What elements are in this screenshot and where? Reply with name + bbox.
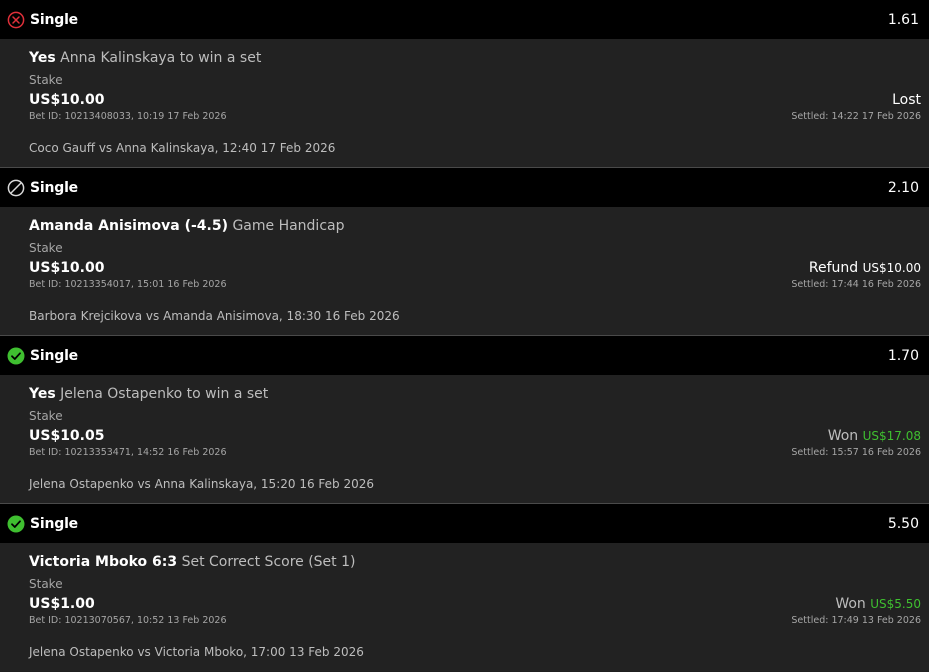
bet-id-meta: Bet ID: 10213353471, 14:52 16 Feb 2026 <box>29 447 227 458</box>
won-check-circle-icon <box>7 515 25 533</box>
void-slash-circle-icon <box>7 179 25 197</box>
stake-value: US$10.00 <box>29 260 105 276</box>
bet-odds: 1.70 <box>887 347 919 364</box>
bet-body: Yes Jelena Ostapenko to win a set Stake … <box>0 375 929 503</box>
bet-result: Lost <box>892 92 921 108</box>
bet-result: Won US$17.08 <box>828 428 921 444</box>
settled-time: Settled: 14:22 17 Feb 2026 <box>791 111 921 122</box>
bet-odds: 1.61 <box>887 11 919 28</box>
settled-time: Settled: 15:57 16 Feb 2026 <box>791 447 921 458</box>
selection-market: Game Handicap <box>232 218 345 234</box>
bet-result: Refund US$10.00 <box>809 260 921 276</box>
bet-body: Yes Anna Kalinskaya to win a set Stake U… <box>0 39 929 167</box>
bet-body: Amanda Anisimova (-4.5) Game Handicap St… <box>0 207 929 335</box>
stake-label: Stake <box>29 409 63 423</box>
stake-label: Stake <box>29 241 63 255</box>
bet-header: Single 5.50 <box>0 504 929 543</box>
selection: Yes Jelena Ostapenko to win a set <box>29 386 268 402</box>
bet-header: Single 1.70 <box>0 336 929 375</box>
bet-card[interactable]: Single 2.10 Amanda Anisimova (-4.5) Game… <box>0 168 929 336</box>
selection: Victoria Mboko 6:3 Set Correct Score (Se… <box>29 554 355 570</box>
bet-id-meta: Bet ID: 10213354017, 15:01 16 Feb 2026 <box>29 279 227 290</box>
selection-pick: Victoria Mboko 6:3 <box>29 554 178 570</box>
settled-time: Settled: 17:49 13 Feb 2026 <box>791 615 921 626</box>
event-name[interactable]: Coco Gauff vs Anna Kalinskaya, 12:40 17 … <box>29 141 335 155</box>
selection: Amanda Anisimova (-4.5) Game Handicap <box>29 218 345 234</box>
bet-id-meta: Bet ID: 10213070567, 10:52 13 Feb 2026 <box>29 615 227 626</box>
event-name[interactable]: Jelena Ostapenko vs Victoria Mboko, 17:0… <box>29 645 364 659</box>
bet-card[interactable]: Single 5.50 Victoria Mboko 6:3 Set Corre… <box>0 504 929 672</box>
selection-pick: Amanda Anisimova (-4.5) <box>29 218 228 234</box>
result-label: Won <box>835 596 866 612</box>
selection-market: Set Correct Score (Set 1) <box>181 554 356 570</box>
bet-header: Single 2.10 <box>0 168 929 207</box>
bet-body: Victoria Mboko 6:3 Set Correct Score (Se… <box>0 543 929 671</box>
result-amount: US$5.50 <box>870 597 921 611</box>
result-label: Won <box>827 428 859 444</box>
event-name[interactable]: Jelena Ostapenko vs Anna Kalinskaya, 15:… <box>29 477 374 491</box>
bet-type: Single <box>30 11 78 28</box>
selection-pick: Yes <box>29 50 56 66</box>
event-name[interactable]: Barbora Krejcikova vs Amanda Anisimova, … <box>29 309 400 323</box>
result-label: Refund <box>808 260 859 276</box>
stake-value: US$10.05 <box>29 428 105 444</box>
result-amount: US$10.00 <box>862 261 921 275</box>
result-label: Lost <box>892 92 921 108</box>
bet-header: Single 1.61 <box>0 0 929 39</box>
result-amount: US$17.08 <box>862 429 921 443</box>
selection-pick: Yes <box>29 386 56 402</box>
stake-label: Stake <box>29 577 63 591</box>
bet-id-meta: Bet ID: 10213408033, 10:19 17 Feb 2026 <box>29 111 227 122</box>
stake-value: US$1.00 <box>29 596 95 612</box>
won-check-circle-icon <box>7 347 25 365</box>
bet-card[interactable]: Single 1.61 Yes Anna Kalinskaya to win a… <box>0 0 929 168</box>
bet-card[interactable]: Single 1.70 Yes Jelena Ostapenko to win … <box>0 336 929 504</box>
bet-result: Won US$5.50 <box>835 596 921 612</box>
stake-label: Stake <box>29 73 63 87</box>
bet-type: Single <box>30 347 78 364</box>
bet-type: Single <box>30 515 78 532</box>
lost-x-circle-icon <box>7 11 25 29</box>
bet-type: Single <box>30 179 78 196</box>
settled-time: Settled: 17:44 16 Feb 2026 <box>791 279 921 290</box>
selection: Yes Anna Kalinskaya to win a set <box>29 50 261 66</box>
selection-market: Jelena Ostapenko to win a set <box>60 386 269 402</box>
selection-market: Anna Kalinskaya to win a set <box>60 50 262 66</box>
bet-odds: 5.50 <box>887 515 919 532</box>
stake-value: US$10.00 <box>29 92 105 108</box>
bet-odds: 2.10 <box>887 179 919 196</box>
